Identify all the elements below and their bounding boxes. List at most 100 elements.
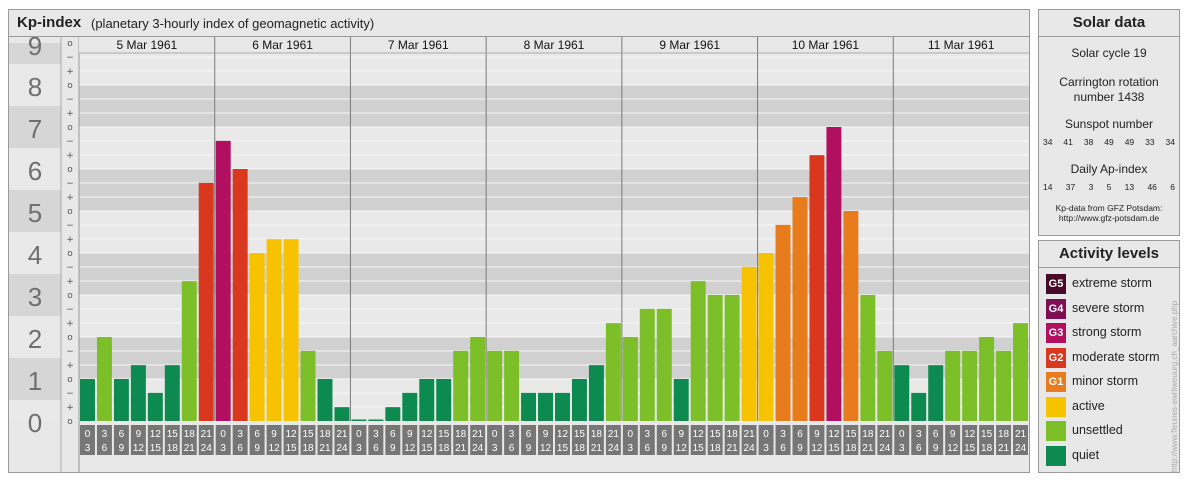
day-label: 6 Mar 1961: [252, 38, 313, 52]
time-start-label: 21: [472, 429, 484, 440]
time-end-label: 6: [645, 443, 651, 454]
time-start-label: 15: [710, 429, 722, 440]
time-start-label: 18: [184, 429, 196, 440]
y-tick-label: 0: [28, 408, 42, 438]
kp-bar: [928, 365, 944, 421]
time-start-label: 6: [797, 429, 803, 440]
kp-bar: [690, 281, 706, 421]
minor-mark: +: [66, 361, 74, 371]
kp-bar: [639, 308, 655, 421]
kp-bar: [334, 407, 350, 421]
time-end-label: 24: [201, 443, 213, 454]
activity-levels-panel: Activity levels G5 extreme storm G4 severe …: [1038, 240, 1180, 473]
kp-title: Kp-index: [17, 14, 82, 31]
kp-chart: 0123456789+o+o−+o−+o−+o−+o−+o−+o−+o−o−5 …: [9, 37, 1029, 473]
time-end-label: 24: [1015, 443, 1027, 454]
time-end-label: 15: [421, 443, 433, 454]
kp-bar: [96, 337, 112, 421]
kp-bar: [962, 350, 978, 421]
side-credit: http://www.fleunes-ewrliweuurg.ch_aarchi…: [1170, 300, 1179, 472]
sunspot-values: 34 41 38 49 49 33 34: [1043, 137, 1175, 147]
kp-bar: [147, 392, 163, 421]
time-start-label: 3: [102, 429, 108, 440]
kp-bar: [436, 379, 452, 421]
time-end-label: 15: [557, 443, 569, 454]
solar-data-title: Solar data: [1072, 14, 1146, 31]
kp-bar: [419, 379, 435, 421]
legend-swatch: G5: [1046, 274, 1066, 294]
time-end-label: 6: [237, 443, 243, 454]
legend-label: moderate storm: [1072, 349, 1160, 364]
time-end-label: 18: [167, 443, 179, 454]
kp-bar: [385, 407, 401, 421]
time-end-label: 3: [492, 443, 498, 454]
time-end-label: 3: [220, 443, 226, 454]
minor-mark: −: [66, 305, 74, 315]
time-end-label: 12: [269, 443, 281, 454]
time-start-label: 3: [916, 429, 922, 440]
time-end-label: 18: [438, 443, 450, 454]
kp-bar: [317, 379, 333, 421]
day-label: 8 Mar 1961: [524, 38, 585, 52]
kp-bar: [368, 419, 384, 421]
ap-value: 13: [1124, 182, 1135, 192]
kp-bar: [1013, 323, 1028, 421]
kp-bar: [724, 295, 740, 421]
time-start-label: 3: [509, 429, 515, 440]
time-start-label: 15: [574, 429, 586, 440]
kp-bar: [487, 350, 503, 421]
time-end-label: 12: [947, 443, 959, 454]
time-start-label: 12: [421, 429, 433, 440]
y-tick-label: 8: [28, 72, 42, 102]
legend-swatch: [1046, 421, 1066, 441]
time-end-label: 9: [390, 443, 396, 454]
kp-bar: [741, 266, 757, 421]
ap-value: 14: [1043, 182, 1053, 192]
time-start-label: 6: [390, 429, 396, 440]
time-end-label: 18: [302, 443, 314, 454]
time-start-label: 9: [407, 429, 413, 440]
y-tick-label: 3: [28, 282, 42, 312]
legend-swatch: [1046, 396, 1066, 417]
ap-value: 37: [1065, 182, 1076, 192]
kp-bar: [283, 239, 299, 421]
kp-bar: [826, 127, 842, 421]
legend-label: extreme storm: [1072, 276, 1152, 290]
kp-bar: [945, 350, 961, 421]
day-label: 7 Mar 1961: [388, 38, 449, 52]
time-end-label: 21: [455, 443, 467, 454]
legend-swatch: G3: [1046, 323, 1066, 343]
time-end-label: 24: [608, 443, 620, 454]
kp-bar: [80, 379, 95, 421]
kp-bar: [707, 295, 723, 421]
time-start-label: 21: [201, 429, 213, 440]
time-start-label: 21: [879, 429, 891, 440]
minor-mark: o: [67, 165, 73, 175]
minor-mark: −: [66, 137, 74, 147]
time-start-label: 21: [336, 429, 348, 440]
y-tick-label: 4: [28, 240, 42, 270]
minor-mark: +: [66, 193, 74, 203]
legend-swatch: [1046, 445, 1066, 466]
time-start-label: 15: [981, 429, 993, 440]
kp-bar: [571, 379, 587, 421]
time-end-label: 3: [628, 443, 634, 454]
time-start-label: 18: [862, 429, 874, 440]
time-start-label: 18: [591, 429, 603, 440]
kp-bar: [843, 211, 859, 421]
time-start-label: 0: [492, 429, 498, 440]
time-end-label: 9: [119, 443, 125, 454]
activity-levels-title: Activity levels: [1058, 245, 1160, 262]
kp-bar: [656, 308, 672, 421]
time-start-label: 0: [763, 429, 769, 440]
minor-mark: o: [67, 333, 73, 343]
legend-label: quiet: [1072, 447, 1100, 462]
sunspot-value: 49: [1104, 137, 1114, 147]
time-end-label: 6: [780, 443, 786, 454]
kp-bar: [894, 365, 910, 421]
kp-bar: [555, 392, 570, 421]
ap-title: Daily Ap-index: [1070, 162, 1148, 176]
time-end-label: 21: [184, 443, 196, 454]
minor-mark: o: [67, 417, 73, 427]
time-end-label: 3: [899, 443, 905, 454]
